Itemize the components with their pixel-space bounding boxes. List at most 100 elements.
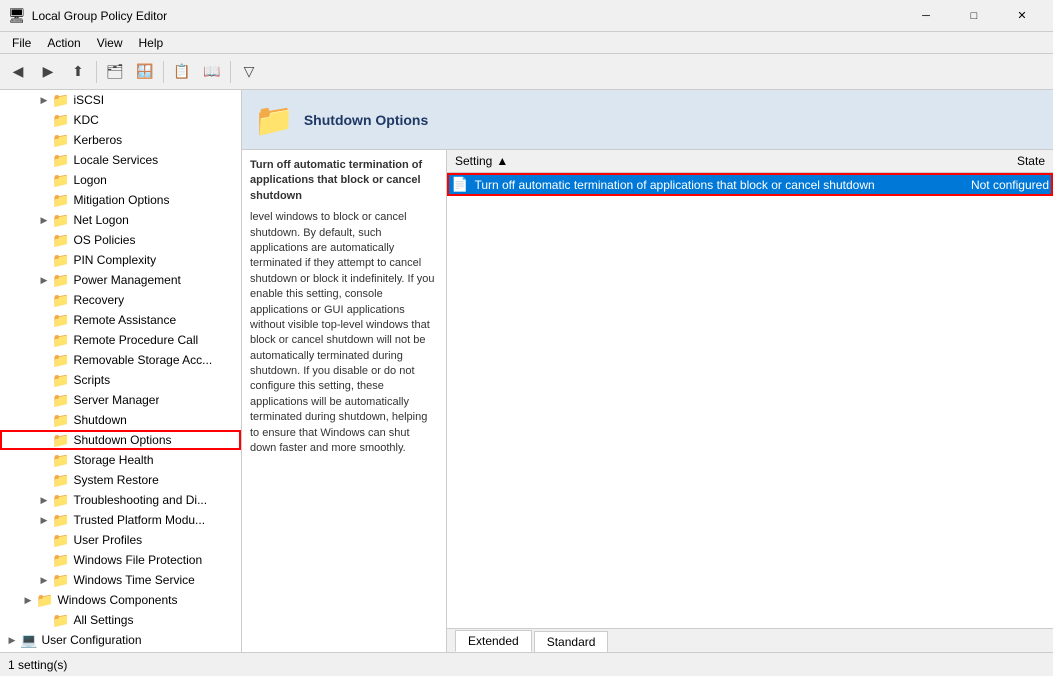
tree-item[interactable]: 📁Locale Services	[0, 150, 241, 170]
properties-button[interactable]: 📋	[168, 58, 196, 86]
tree-panel[interactable]: ▶📁iSCSI📁KDC📁Kerberos📁Locale Services📁Log…	[0, 90, 242, 652]
app-icon: 🖥	[8, 7, 26, 24]
tree-item[interactable]: ▶📁Windows Components	[0, 590, 241, 610]
tree-item[interactable]: 📁Recovery	[0, 290, 241, 310]
minimize-button[interactable]: ─	[903, 0, 949, 32]
tree-item[interactable]: 📁Remote Procedure Call	[0, 330, 241, 350]
tree-item[interactable]: ▶📁Software Settings	[0, 650, 241, 652]
menu-file[interactable]: File	[4, 34, 39, 52]
tree-item-label: Windows File Protection	[73, 553, 202, 567]
expand-placeholder	[36, 232, 52, 248]
menu-action[interactable]: Action	[39, 34, 88, 52]
folder-icon: 📁	[52, 472, 69, 489]
tree-item[interactable]: 📁Windows File Protection	[0, 550, 241, 570]
folder-icon: 📁	[52, 192, 69, 209]
folder-icon: 📁	[52, 232, 69, 249]
tab-extended[interactable]: Extended	[455, 630, 532, 652]
expand-placeholder	[36, 292, 52, 308]
tree-item[interactable]: 📁Shutdown	[0, 410, 241, 430]
folder-icon: 📁	[52, 432, 69, 449]
tree-item[interactable]: 📁Remote Assistance	[0, 310, 241, 330]
close-button[interactable]: ✕	[999, 0, 1045, 32]
tree-item-label: Server Manager	[73, 393, 159, 407]
main-layout: ▶📁iSCSI📁KDC📁Kerberos📁Locale Services📁Log…	[0, 90, 1053, 652]
tree-item[interactable]: 📁Removable Storage Acc...	[0, 350, 241, 370]
maximize-button[interactable]: □	[951, 0, 997, 32]
folder-icon: 📁	[52, 612, 69, 629]
folder-icon: 📁	[52, 152, 69, 169]
menu-view[interactable]: View	[89, 34, 131, 52]
settings-pane: Setting ▲ State 📄 Turn off automatic ter…	[447, 150, 1053, 652]
tree-item[interactable]: 📁PIN Complexity	[0, 250, 241, 270]
expand-icon[interactable]: ▶	[20, 592, 36, 608]
title-bar-text: Local Group Policy Editor	[32, 9, 903, 23]
tree-item-label: System Restore	[73, 473, 158, 487]
tree-item[interactable]: ▶📁 Power Management	[0, 270, 241, 290]
tree-item[interactable]: 📁Mitigation Options	[0, 190, 241, 210]
expand-icon[interactable]: ▶	[36, 272, 52, 288]
tree-item-label: User Configuration	[41, 633, 141, 647]
menu-bar: File Action View Help	[0, 32, 1053, 54]
tab-standard[interactable]: Standard	[534, 631, 609, 652]
header-title: Shutdown Options	[304, 112, 428, 128]
tree-item-label: Recovery	[73, 293, 124, 307]
settings-row[interactable]: 📄 Turn off automatic termination of appl…	[447, 173, 1053, 196]
menu-help[interactable]: Help	[131, 34, 172, 52]
tree-item[interactable]: ▶📁Windows Time Service	[0, 570, 241, 590]
header-folder-icon: 📁	[254, 101, 294, 139]
back-button[interactable]: ◀	[4, 58, 32, 86]
tree-item-label: iSCSI	[73, 93, 104, 107]
folder-icon: 📁	[52, 272, 69, 289]
expand-icon[interactable]: ▶	[36, 92, 52, 108]
tree-item[interactable]: 📁 System Restore	[0, 470, 241, 490]
tree-item-label: All Settings	[73, 613, 133, 627]
expand-icon[interactable]: ▶	[4, 632, 20, 648]
tree-item-label: User Profiles	[73, 533, 142, 547]
help-button[interactable]: 📖	[198, 58, 226, 86]
expand-placeholder	[36, 412, 52, 428]
tree-item-label: Power Management	[73, 273, 180, 287]
tree-item[interactable]: 📁Kerberos	[0, 130, 241, 150]
tree-item-label: Net Logon	[73, 213, 128, 227]
tree-item[interactable]: 📁 OS Policies	[0, 230, 241, 250]
folder-icon: 📁	[52, 572, 69, 589]
tree-item[interactable]: 📁Logon	[0, 170, 241, 190]
expand-placeholder	[36, 612, 52, 628]
col-setting-header[interactable]: Setting ▲	[447, 150, 933, 172]
tree-item[interactable]: 📁Scripts	[0, 370, 241, 390]
expand-placeholder	[36, 352, 52, 368]
show-hide-button[interactable]: 🗂	[101, 58, 129, 86]
expand-icon[interactable]: ▶	[36, 572, 52, 588]
new-window-button[interactable]: 🪟	[131, 58, 159, 86]
tree-item[interactable]: 📁User Profiles	[0, 530, 241, 550]
desc-pane: Turn off automatic termination of applic…	[242, 150, 447, 652]
expand-icon[interactable]: ▶	[36, 212, 52, 228]
computer-icon: 💻	[20, 632, 37, 649]
title-bar: 🖥 Local Group Policy Editor ─ □ ✕	[0, 0, 1053, 32]
tree-item[interactable]: 📁Storage Health	[0, 450, 241, 470]
right-header: 📁 Shutdown Options	[242, 90, 1053, 150]
tree-item[interactable]: ▶📁iSCSI	[0, 90, 241, 110]
tree-item-label: OS Policies	[73, 233, 135, 247]
tree-item[interactable]: ▶📁Trusted Platform Modu...	[0, 510, 241, 530]
tree-item[interactable]: ▶📁Net Logon	[0, 210, 241, 230]
col-state-header: State	[933, 150, 1053, 172]
up-button[interactable]: ⬆	[64, 58, 92, 86]
tree-item[interactable]: 📁Shutdown Options	[0, 430, 241, 450]
tree-item[interactable]: 📁KDC	[0, 110, 241, 130]
filter-button[interactable]: ▽	[235, 58, 263, 86]
tree-item[interactable]: ▶📁Troubleshooting and Di...	[0, 490, 241, 510]
settings-table[interactable]: Setting ▲ State 📄 Turn off automatic ter…	[447, 150, 1053, 628]
tabs-bar: Extended Standard	[447, 628, 1053, 652]
expand-icon[interactable]: ▶	[36, 492, 52, 508]
forward-button[interactable]: ▶	[34, 58, 62, 86]
tree-item-label: PIN Complexity	[73, 253, 156, 267]
tree-item[interactable]: ▶💻 User Configuration	[0, 630, 241, 650]
expand-placeholder	[36, 392, 52, 408]
folder-icon: 📁	[52, 392, 69, 409]
tree-item[interactable]: 📁 Server Manager	[0, 390, 241, 410]
tree-item-label: KDC	[73, 113, 98, 127]
tree-item[interactable]: 📁 All Settings	[0, 610, 241, 630]
settings-row-label: Turn off automatic termination of applic…	[474, 178, 929, 192]
expand-icon[interactable]: ▶	[36, 512, 52, 528]
